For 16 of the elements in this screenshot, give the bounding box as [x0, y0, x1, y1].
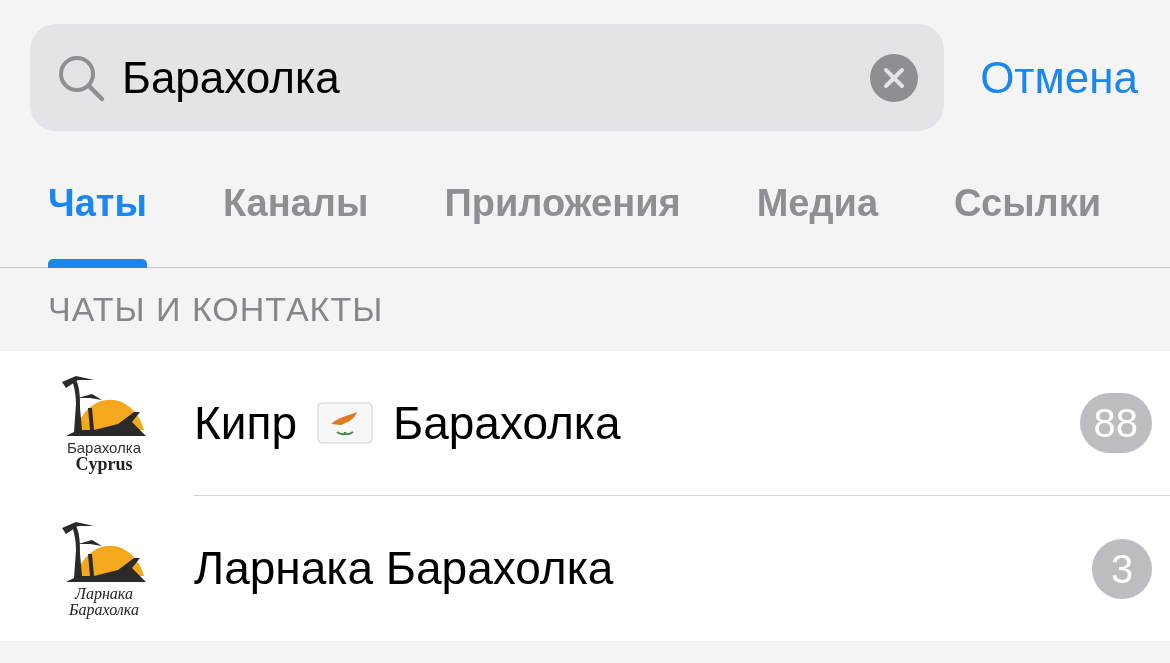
tab[interactable]: Приложения [444, 167, 681, 268]
avatar-caption: Cyprus [75, 455, 133, 473]
chat-title[interactable]: Кипр Барахолка [194, 388, 1080, 458]
tab[interactable]: Чаты [48, 167, 147, 268]
clear-icon[interactable] [870, 53, 919, 102]
tab[interactable]: Каналы [222, 167, 369, 268]
search-input[interactable]: Барахолка [122, 44, 855, 111]
unread-badge: 3 [1092, 538, 1152, 599]
search-field[interactable]: Барахолка [30, 24, 945, 131]
cancel-button[interactable]: Отмена [980, 44, 1138, 111]
avatar-caption: Ларнака [75, 585, 133, 602]
unread-badge: 88 [1079, 393, 1152, 453]
tab[interactable]: Медиа [756, 167, 879, 268]
chat-title[interactable]: Ларнака Барахолка [194, 534, 1092, 603]
tab[interactable]: Ссылки [954, 167, 1102, 268]
section-header: ЧАТЫ И КОНТАКТЫ [48, 289, 384, 330]
